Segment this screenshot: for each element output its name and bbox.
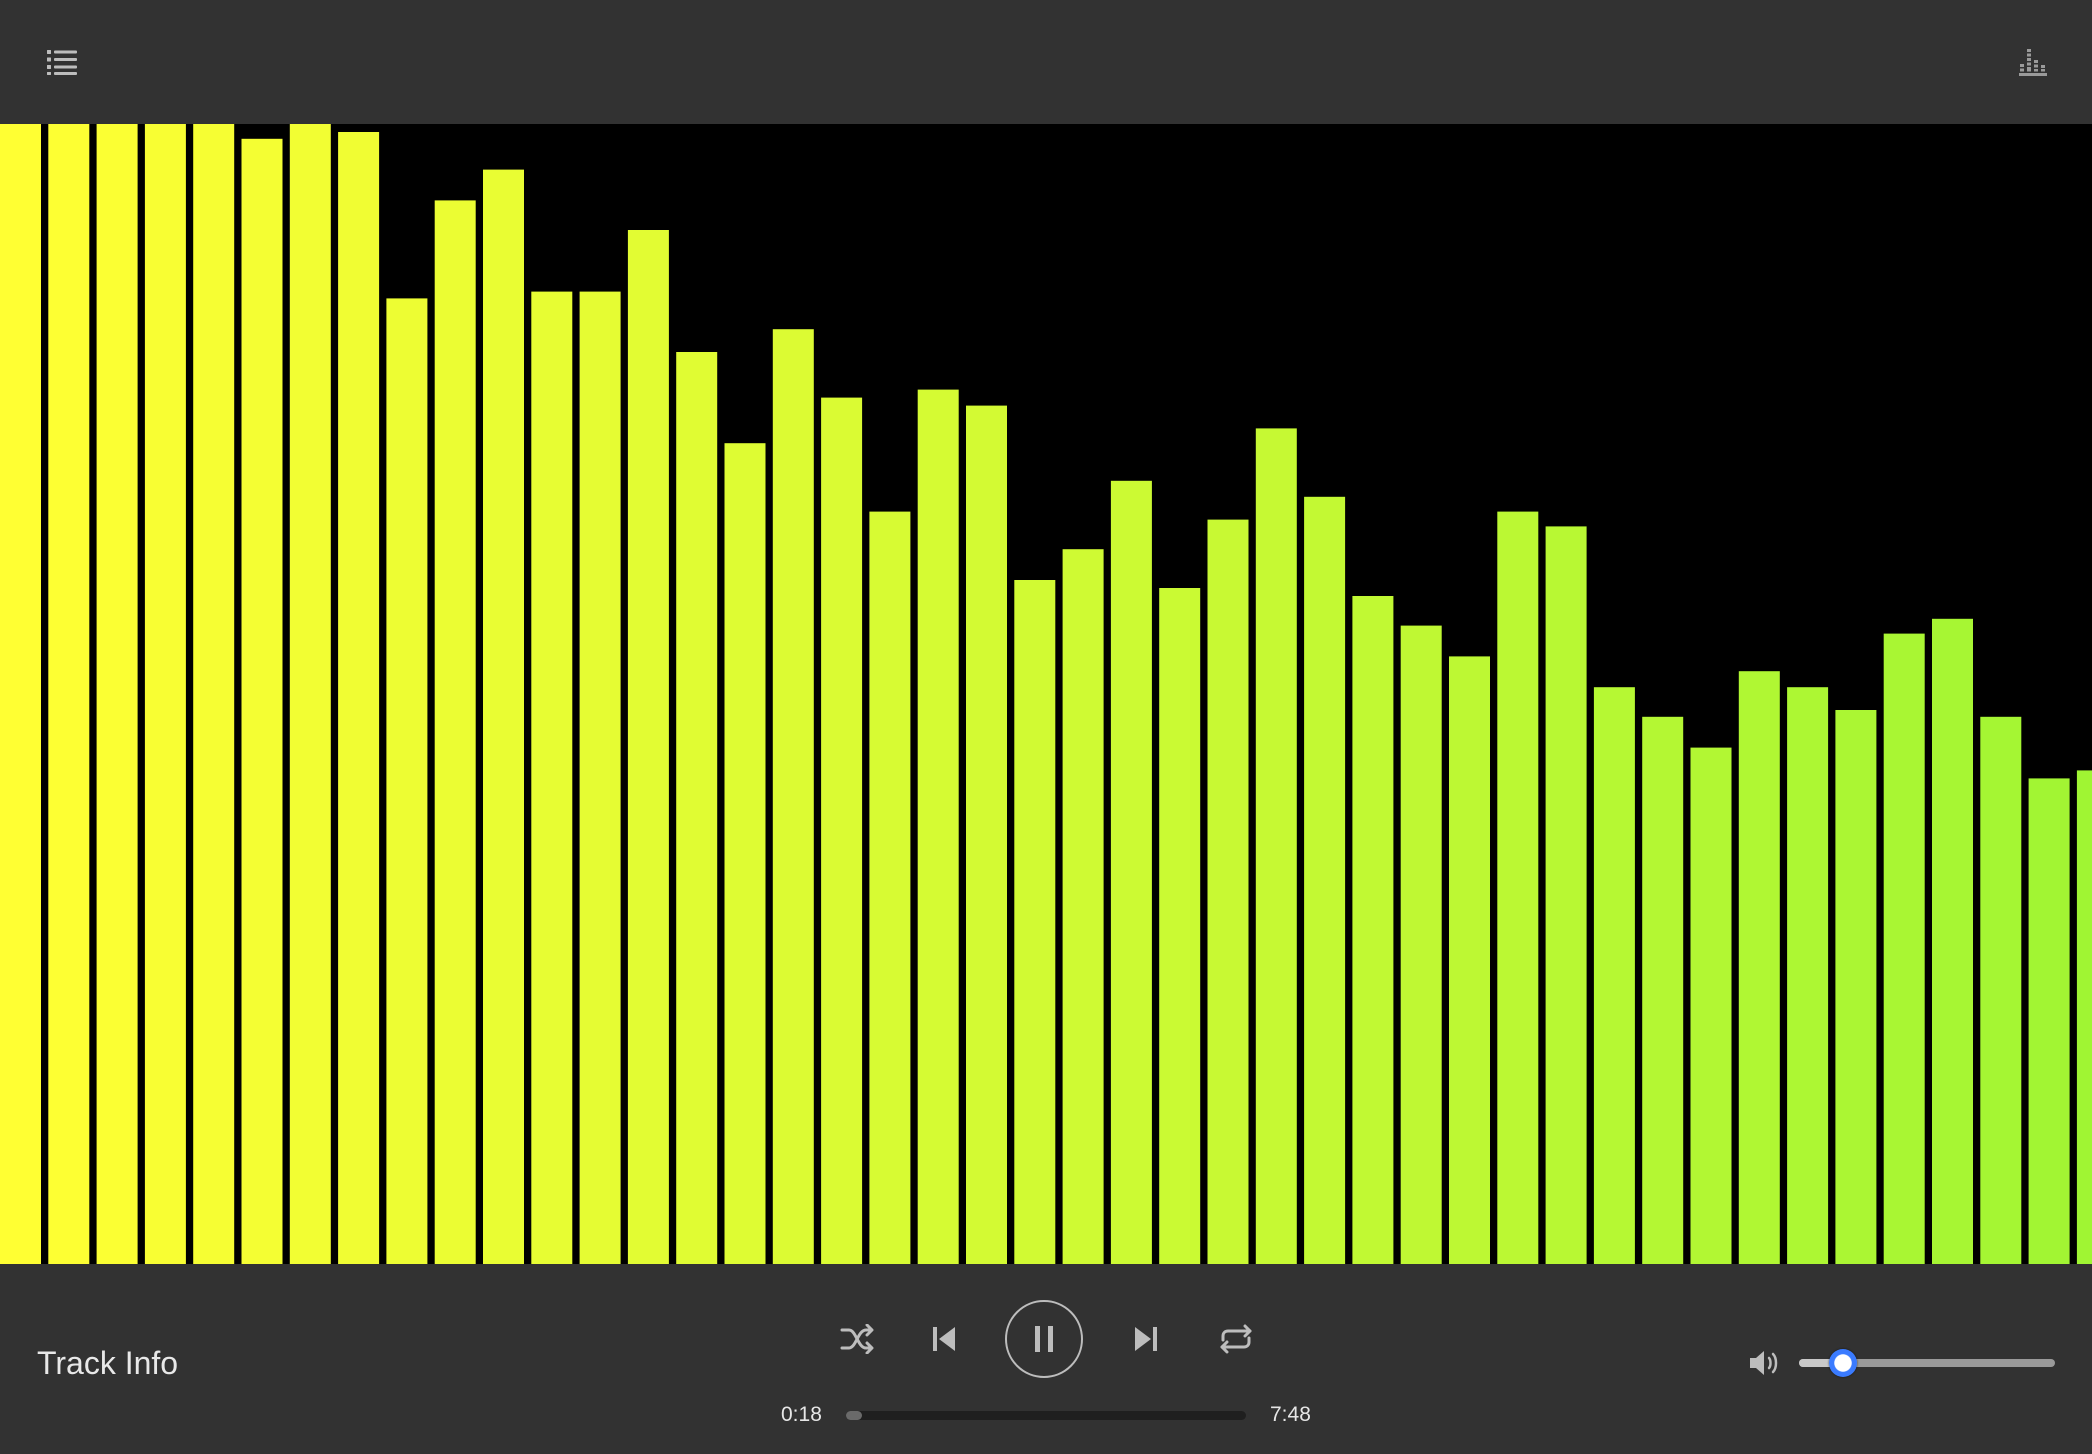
music-player-window: Track Info 0:18 7:48 [0,0,2092,1454]
spectrum-bar [772,329,814,1264]
speaker-volume-icon [1750,1351,1778,1375]
skip-previous-icon [933,1327,955,1351]
spectrum-bars [0,124,2092,1264]
spectrum-bar [1738,671,1780,1264]
spectrum-bar [386,298,428,1264]
spectrum-bar [966,405,1007,1264]
spectrum-bar [1690,747,1732,1264]
mute-button[interactable] [1748,1347,1784,1379]
spectrum-bar [1304,496,1346,1264]
spectrum-visualizer [0,124,2092,1264]
spectrum-bar [531,291,573,1264]
spectrum-bar [434,200,476,1264]
top-toolbar [0,0,2092,124]
pause-icon [1035,1326,1053,1352]
spectrum-bar [1400,625,1442,1264]
spectrum-bar [1980,716,2022,1264]
spectrum-bar [483,169,524,1264]
playlist-button[interactable] [38,38,86,86]
spectrum-bar [1883,633,1925,1264]
pause-button[interactable] [1005,1300,1083,1378]
elapsed-time: 0:18 [781,1403,822,1426]
spectrum-bar [1787,687,1829,1264]
spectrum-bar [0,124,41,1264]
spectrum-bar [917,389,959,1264]
track-info-label[interactable]: Track Info [37,1345,178,1382]
next-track-button[interactable] [1124,1317,1168,1361]
spectrum-bar [96,124,138,1264]
repeat-icon [1220,1324,1252,1354]
spectrum-bar [724,443,766,1264]
spectrum-bar [1014,580,1056,1264]
spectrum-bar [676,352,718,1264]
previous-track-button[interactable] [922,1317,966,1361]
spectrum-bar [1642,716,1684,1264]
visualizer-button[interactable] [2009,38,2057,86]
repeat-button[interactable] [1212,1317,1260,1361]
skip-next-icon [1135,1327,1157,1351]
spectrum-bar [2076,770,2092,1264]
spectrum-bar [1110,480,1152,1264]
spectrum-bar [241,138,283,1264]
spectrum-bar [1449,656,1490,1264]
spectrum-bar [2028,778,2070,1264]
seek-bar[interactable] [846,1411,1246,1420]
spectrum-bar [627,230,669,1264]
spectrum-bar [1593,687,1635,1264]
list-icon [47,50,77,75]
spectrum-bar [144,124,186,1264]
spectrum-bar [1932,618,1973,1264]
total-time: 7:48 [1270,1403,1311,1426]
shuffle-button[interactable] [836,1317,880,1361]
spectrum-bar [869,511,911,1264]
spectrum-bar [193,124,235,1264]
spectrum-bar [289,124,331,1264]
spectrum-bar [1497,511,1539,1264]
spectrum-bar [821,397,863,1264]
volume-slider[interactable] [1799,1349,2055,1377]
spectrum-bar [1207,519,1249,1264]
volume-slider-thumb[interactable] [1828,1349,1857,1377]
spectrum-bar [338,132,380,1264]
spectrum-bar [1062,549,1104,1264]
equalizer-bars-icon [2019,49,2047,76]
spectrum-bar [579,291,621,1264]
spectrum-bar [1545,526,1587,1264]
spectrum-bar [1835,710,1877,1264]
shuffle-icon [840,1324,874,1354]
spectrum-bar [48,124,90,1264]
spectrum-bar [1352,596,1394,1264]
spectrum-bar [1255,428,1297,1264]
seek-bar-progress [846,1411,862,1420]
spectrum-bar [1159,588,1201,1264]
